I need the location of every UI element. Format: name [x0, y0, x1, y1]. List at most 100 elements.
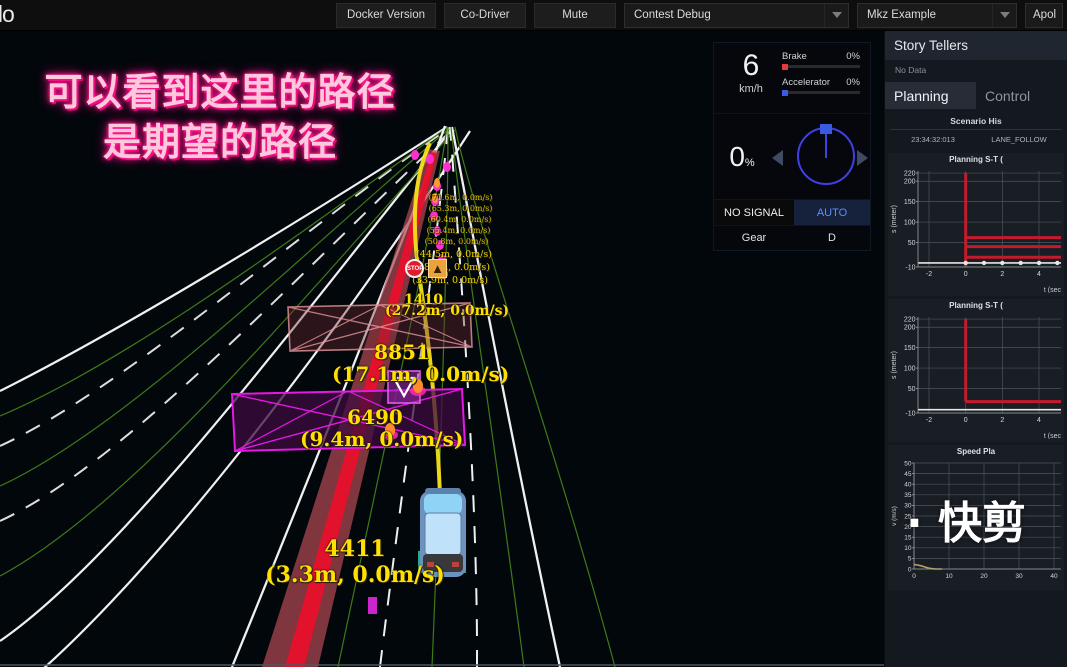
- gear-row: Gear D: [714, 225, 870, 250]
- right-turn-signal-icon: [857, 149, 868, 166]
- mute-button[interactable]: Mute: [534, 2, 616, 28]
- svg-text:100: 100: [904, 365, 916, 372]
- scenario-name: LANE_FOLLOW: [991, 135, 1047, 144]
- speed-plan-chart[interactable]: Speed Pla 0 5 10 15 20 25 30 35 40 45 50 0 10 20 30 40 v…: [888, 445, 1064, 590]
- svg-text:30: 30: [1015, 573, 1023, 580]
- scenario-time: 23:34:32:013: [911, 135, 955, 144]
- svg-text:v (m/s): v (m/s): [891, 506, 898, 526]
- svg-text:220: 220: [904, 316, 916, 323]
- brake-label: Brake: [782, 51, 807, 62]
- table-row: 23:34:32:013 LANE_FOLLOW: [890, 130, 1062, 150]
- svg-text:150: 150: [904, 345, 916, 352]
- gear-label: Gear: [741, 232, 767, 244]
- steering-value: 0: [729, 140, 745, 172]
- chart-title: Speed Pla: [956, 447, 996, 456]
- svg-text:-10: -10: [905, 264, 915, 271]
- svg-text:s (meter): s (meter): [891, 351, 898, 379]
- brake-value: 0%: [846, 51, 860, 62]
- svg-text:45: 45: [904, 471, 912, 478]
- chevron-down-icon[interactable]: [824, 3, 848, 27]
- chart-canvas: -10 50 100 150 200 220 -2 0 2 4 s (meter) t (sec: [891, 316, 1062, 439]
- obstacle-box-magenta: [230, 387, 467, 453]
- story-tellers-title: Story Tellers: [885, 31, 1067, 60]
- planning-st-chart-2[interactable]: Planning S-T ( -10 50 100 150 200 220 -2 0 2 4 s (…: [888, 299, 1064, 442]
- accelerator-bar-fill: [782, 89, 788, 96]
- svg-text:-2: -2: [926, 271, 932, 278]
- svg-text:4: 4: [1037, 417, 1041, 424]
- svg-text:t (sec: t (sec: [1044, 433, 1062, 439]
- svg-text:2: 2: [1000, 271, 1004, 278]
- scenario-history-title: Scenario His: [950, 116, 1002, 126]
- accelerator-header: Accelerator 0%: [782, 77, 860, 88]
- contest-debug-select-label: Contest Debug: [634, 9, 711, 21]
- pedal-indicators: Brake 0% Accelerator 0%: [778, 51, 860, 103]
- svg-text:200: 200: [904, 179, 916, 186]
- steering-wheel-spoke: [825, 131, 827, 158]
- steering-wheel-knob: [820, 123, 832, 134]
- svg-text:10: 10: [945, 573, 953, 580]
- steering-wheel-row: 0%: [714, 113, 870, 199]
- svg-text:s (meter): s (meter): [891, 205, 898, 233]
- accelerator-value: 0%: [846, 77, 860, 88]
- gear-value: D: [828, 232, 836, 244]
- video-watermark: · 快剪: [906, 498, 1027, 549]
- brake-header: Brake 0%: [782, 51, 860, 62]
- svg-text:40: 40: [1050, 573, 1058, 580]
- scenario-history-table: 23:34:32:013 LANE_FOLLOW: [890, 129, 1062, 150]
- no-data-label: No Data: [895, 65, 927, 75]
- svg-text:40: 40: [904, 482, 912, 489]
- chart-title: Planning S-T (: [949, 301, 1003, 310]
- svg-text:-2: -2: [926, 417, 932, 424]
- svg-text:4: 4: [1037, 271, 1041, 278]
- mkz-example-select[interactable]: Mkz Example: [857, 2, 1017, 28]
- steering-wheel-icon: [797, 123, 855, 185]
- steering-readout: 0%: [714, 141, 770, 173]
- chart-title: Planning S-T (: [949, 155, 1003, 164]
- apollo-logo-text: ollo: [0, 0, 15, 27]
- warning-triangle-icon: ▲: [428, 259, 447, 278]
- svg-text:-10: -10: [905, 410, 915, 417]
- svg-text:20: 20: [980, 573, 988, 580]
- no-signal-indicator: NO SIGNAL: [714, 200, 794, 225]
- co-driver-button[interactable]: Co-Driver: [444, 2, 526, 28]
- dreamview-app: ollo Docker Version Co-Driver Mute Conte…: [0, 0, 1067, 667]
- speed-readout: 6 km/h: [724, 51, 778, 103]
- chart-canvas: -10 50 100 150 200 220 -2 0 2 4 s (meter) t (sec: [891, 170, 1062, 293]
- vehicle-hud-panel: 6 km/h Brake 0% Accelerator 0% 0% NO SIG…: [713, 42, 871, 251]
- svg-text:220: 220: [904, 170, 916, 177]
- chevron-down-icon[interactable]: [992, 3, 1016, 27]
- contest-debug-select[interactable]: Contest Debug: [624, 2, 849, 28]
- mkz-example-select-label: Mkz Example: [867, 9, 937, 21]
- top-bar: ollo Docker Version Co-Driver Mute Conte…: [0, 0, 1067, 31]
- brake-bar-fill: [782, 63, 788, 70]
- auto-mode-indicator: AUTO: [794, 200, 870, 225]
- svg-text:50: 50: [904, 460, 912, 467]
- svg-text:0: 0: [912, 573, 916, 580]
- ego-vehicle: [418, 488, 466, 577]
- apollo-mode-select-clipped[interactable]: Apol: [1025, 2, 1063, 28]
- accelerator-label: Accelerator: [782, 77, 831, 88]
- tab-planning[interactable]: Planning: [885, 82, 976, 109]
- svg-text:150: 150: [904, 199, 916, 206]
- svg-text:5: 5: [908, 556, 912, 563]
- planning-st-chart-1[interactable]: Planning S-T ( -10 50 100 150 200 220 -2 0 2 4 s (…: [888, 153, 1064, 296]
- accelerator-bar: [782, 89, 860, 96]
- speed-unit: km/h: [739, 83, 763, 95]
- brake-bar: [782, 63, 860, 70]
- right-side-panel: Story Tellers No Data Planning Control S…: [884, 31, 1067, 667]
- steering-unit: %: [744, 156, 755, 169]
- docker-version-button[interactable]: Docker Version: [336, 2, 436, 28]
- left-turn-signal-icon: [772, 149, 783, 166]
- svg-text:200: 200: [904, 325, 916, 332]
- svg-text:0: 0: [964, 271, 968, 278]
- obstacle-box-red: [287, 302, 473, 352]
- svg-text:t (sec: t (sec: [1044, 287, 1062, 293]
- panel-tabs: Planning Control: [885, 82, 1067, 109]
- stop-sign-icon: STOP: [405, 259, 424, 278]
- svg-text:100: 100: [904, 219, 916, 226]
- steering-wheel-area: [770, 114, 870, 200]
- driving-mode-row: NO SIGNAL AUTO: [714, 199, 870, 225]
- svg-text:2: 2: [1000, 417, 1004, 424]
- svg-text:0: 0: [964, 417, 968, 424]
- tab-control[interactable]: Control: [976, 82, 1067, 109]
